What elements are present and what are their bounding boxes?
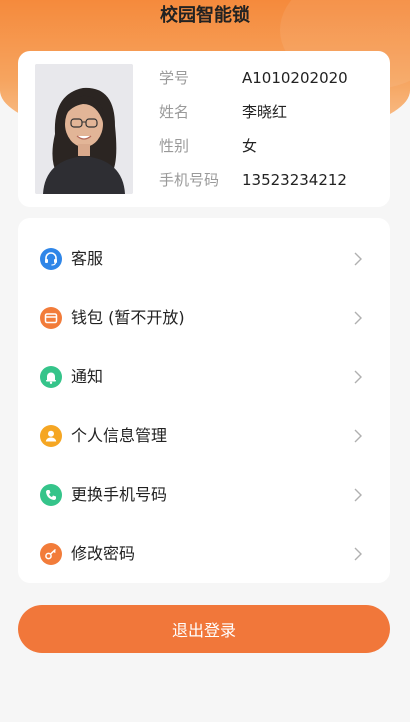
chevron-right-icon: [354, 488, 362, 502]
phone-label: 手机号码: [159, 171, 220, 189]
menu-label-notifications: 通知: [71, 367, 104, 386]
menu-item-customer-service[interactable]: 客服: [18, 225, 390, 283]
menu-label-change-password: 修改密码: [71, 544, 136, 563]
headset-icon: [40, 248, 62, 270]
student-id-value: A1010202020: [242, 69, 348, 87]
chevron-right-icon: [354, 311, 362, 325]
menu-item-change-phone[interactable]: 更换手机号码: [18, 461, 390, 519]
chevron-right-icon: [354, 547, 362, 561]
menu-label-wallet: 钱包 (暂不开放): [71, 308, 185, 327]
chevron-right-icon: [354, 429, 362, 443]
logout-button[interactable]: 退出登录: [18, 605, 390, 653]
profile-card: 学号 A1010202020 姓名 李晓红 性别 女 手机号码 13523234…: [18, 51, 390, 207]
user-icon: [40, 425, 62, 447]
menu-item-personal-info[interactable]: 个人信息管理: [18, 402, 390, 460]
name-label: 姓名: [159, 103, 190, 121]
menu-item-change-password[interactable]: 修改密码: [18, 520, 390, 578]
gender-label: 性别: [159, 137, 190, 155]
phone-icon: [40, 484, 62, 506]
chevron-right-icon: [354, 370, 362, 384]
student-id-label: 学号: [159, 69, 190, 87]
menu-label-personal-info: 个人信息管理: [71, 426, 168, 445]
menu-item-notifications[interactable]: 通知: [18, 343, 390, 401]
page-title: 校园智能锁: [160, 5, 250, 26]
menu-label-change-phone: 更换手机号码: [71, 485, 168, 504]
bell-icon: [40, 366, 62, 388]
menu-label-customer-service: 客服: [71, 249, 104, 268]
avatar: [35, 64, 133, 194]
name-value: 李晓红: [242, 103, 288, 121]
menu-item-wallet[interactable]: 钱包 (暂不开放): [18, 284, 390, 342]
wallet-icon: [40, 307, 62, 329]
key-icon: [40, 543, 62, 565]
chevron-right-icon: [354, 252, 362, 266]
settings-menu: 客服 钱包 (暂不开放) 通知 个人信息管理 更换手机号码 修改密码: [18, 218, 390, 583]
gender-value: 女: [242, 137, 258, 155]
phone-value: 13523234212: [242, 171, 347, 189]
